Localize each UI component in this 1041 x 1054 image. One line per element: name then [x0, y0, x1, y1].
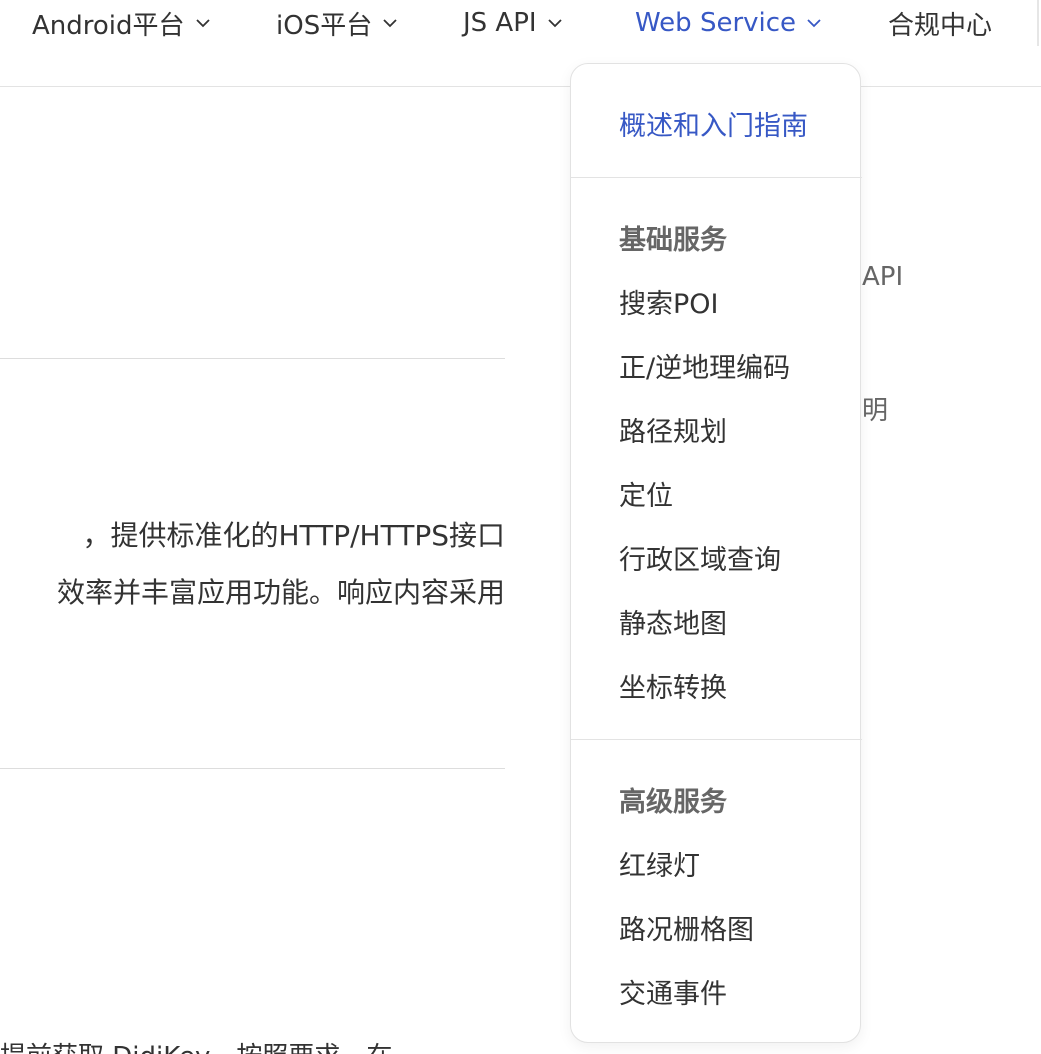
paragraph-line: 效率并丰富应用功能。响应内容采用: [56, 576, 505, 609]
section-divider: [0, 768, 505, 769]
paragraph-line: 提前获取 DidiKey，按照要求，在: [0, 1036, 392, 1054]
top-navigation: Android平台 iOS平台 JS API Web Service 合规中心: [0, 0, 1041, 86]
menu-item-geocoding[interactable]: 正/逆地理编码: [619, 346, 790, 385]
menu-item-search-poi[interactable]: 搜索POI: [619, 282, 719, 321]
sidebar-link[interactable]: 明: [862, 390, 888, 427]
menu-item-traffic-light[interactable]: 红绿灯: [619, 844, 700, 883]
chevron-down-icon: [195, 15, 211, 31]
nav-item-ios[interactable]: iOS平台: [276, 4, 398, 42]
menu-divider: [571, 177, 862, 178]
web-service-dropdown: 概述和入门指南 基础服务 搜索POI 正/逆地理编码 路径规划 定位 行政区域查…: [570, 63, 862, 1043]
group-title-advanced: 高级服务: [619, 787, 727, 818]
nav-label: Web Service: [635, 8, 797, 38]
menu-item-traffic-events[interactable]: 交通事件: [619, 972, 727, 1011]
nav-item-android[interactable]: Android平台: [32, 4, 211, 42]
nav-item-web-service[interactable]: Web Service: [635, 4, 822, 42]
sidebar-link[interactable]: API: [862, 262, 903, 292]
chevron-down-icon: [547, 15, 563, 31]
nav-item-jsapi[interactable]: JS API: [463, 4, 563, 42]
menu-item-district-query[interactable]: 行政区域查询: [619, 538, 781, 577]
menu-item-static-map[interactable]: 静态地图: [619, 602, 727, 641]
menu-item-overview[interactable]: 概述和入门指南: [619, 104, 808, 143]
paragraph-line: ，提供标准化的HTTP/HTTPS接口: [82, 519, 505, 552]
section-divider: [0, 358, 505, 359]
page: Android平台 iOS平台 JS API Web Service 合规中心: [0, 0, 1041, 1054]
menu-item-coordinate-convert[interactable]: 坐标转换: [619, 666, 727, 705]
group-title-basic: 基础服务: [619, 225, 727, 256]
nav-label: iOS平台: [276, 10, 373, 41]
menu-divider: [571, 739, 862, 740]
nav-item-compliance[interactable]: 合规中心: [888, 4, 992, 42]
menu-item-route-planning[interactable]: 路径规划: [619, 410, 727, 449]
header-divider: [0, 86, 1041, 87]
nav-label: JS API: [463, 8, 537, 38]
chevron-down-icon: [806, 15, 822, 31]
nav-label: Android平台: [32, 10, 185, 41]
menu-item-traffic-raster[interactable]: 路况栅格图: [619, 908, 754, 947]
nav-separator: [1037, 0, 1039, 46]
menu-item-location[interactable]: 定位: [619, 474, 673, 513]
chevron-down-icon: [382, 15, 398, 31]
nav-label: 合规中心: [888, 10, 993, 41]
